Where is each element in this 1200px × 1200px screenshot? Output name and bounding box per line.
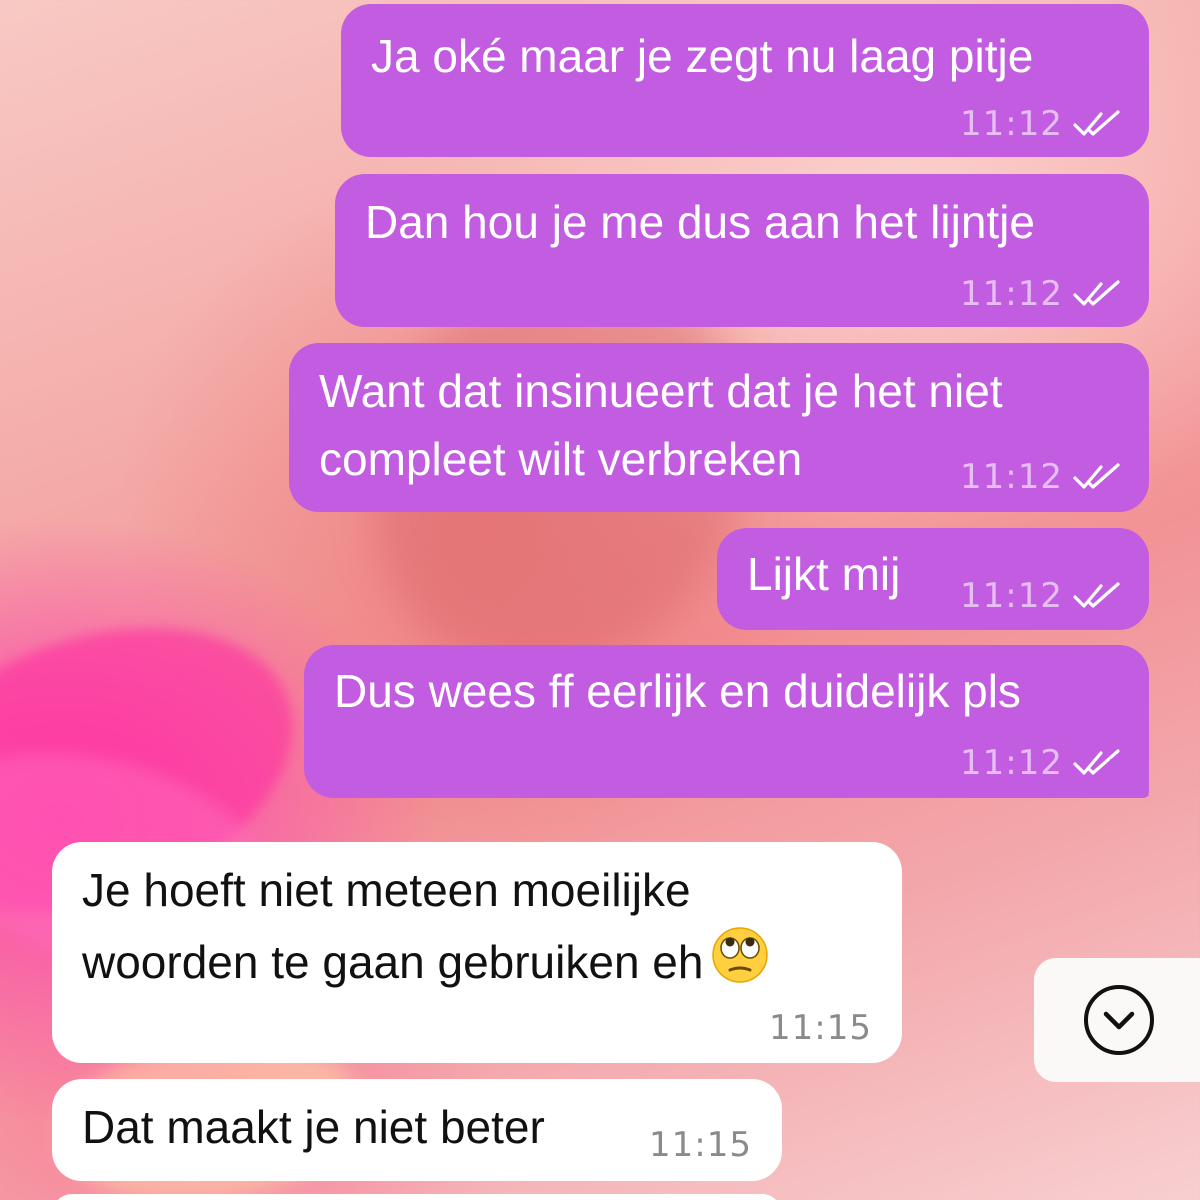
message-text: Ja oké maar je zegt nu laag pitje (371, 30, 1034, 82)
outgoing-message[interactable]: Lijkt mij 11:12 (717, 528, 1149, 630)
message-meta: 11:15 (649, 1125, 752, 1165)
message-text: woorden te gaan gebruiken eh (82, 926, 769, 996)
incoming-message-partial[interactable] (52, 1194, 782, 1200)
incoming-message[interactable]: Dat maakt je niet beter 11:15 (52, 1079, 782, 1181)
chevron-down-circle-icon (1084, 985, 1154, 1055)
message-meta: 11:12 (960, 457, 1121, 497)
message-text: compleet wilt verbreken (319, 433, 803, 485)
message-meta: 11:15 (769, 1008, 872, 1048)
read-receipt-icon (1073, 110, 1120, 136)
message-time: 11:15 (649, 1125, 752, 1165)
outgoing-message[interactable]: Want dat insinueert dat je het niet comp… (289, 343, 1149, 512)
message-time: 11:12 (960, 104, 1063, 144)
read-receipt-icon (1073, 463, 1120, 489)
read-receipt-icon (1073, 582, 1120, 608)
message-meta: 11:12 (960, 274, 1121, 314)
message-time: 11:12 (960, 743, 1063, 783)
message-meta: 11:12 (960, 576, 1121, 616)
message-meta: 11:12 (960, 104, 1121, 144)
message-time: 11:12 (960, 576, 1063, 616)
message-time: 11:12 (960, 457, 1063, 497)
message-text: Dat maakt je niet beter (82, 1101, 545, 1153)
message-time: 11:12 (960, 274, 1063, 314)
read-receipt-icon (1073, 280, 1120, 306)
bubble-tail (1110, 758, 1150, 797)
scroll-to-bottom-button[interactable] (1034, 958, 1200, 1082)
message-text: Dus wees ff eerlijk en duidelijk pls (334, 665, 1021, 717)
outgoing-message[interactable]: Dus wees ff eerlijk en duidelijk pls 11:… (304, 645, 1149, 798)
outgoing-message[interactable]: Ja oké maar je zegt nu laag pitje 11:12 (341, 4, 1149, 157)
message-text: Lijkt mij (747, 548, 901, 600)
message-text: Je hoeft niet meteen moeilijke (82, 864, 691, 916)
message-text: Dan hou je me dus aan het lijntje (365, 196, 1035, 248)
face-with-rolling-eyes-icon (712, 927, 769, 983)
message-time: 11:15 (769, 1008, 872, 1048)
outgoing-message[interactable]: Dan hou je me dus aan het lijntje 11:12 (335, 174, 1149, 327)
message-meta: 11:12 (960, 743, 1121, 783)
message-text: Want dat insinueert dat je het niet (319, 365, 1003, 417)
incoming-message[interactable]: Je hoeft niet meteen moeilijke woorden t… (52, 842, 902, 1063)
message-text-line: woorden te gaan gebruiken eh (82, 936, 704, 988)
